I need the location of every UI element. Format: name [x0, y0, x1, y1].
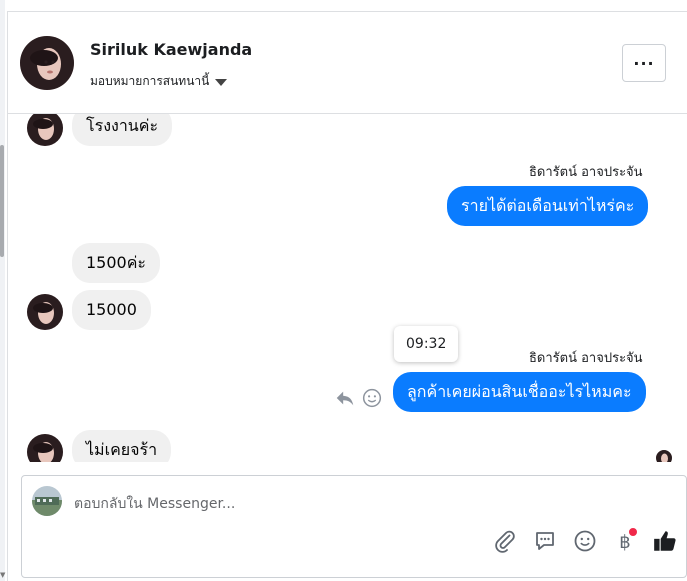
caret-down-icon	[215, 79, 228, 86]
thumbs-up-icon	[654, 531, 676, 551]
reply-input[interactable]	[74, 492, 634, 516]
notification-dot	[629, 528, 637, 536]
reply-icon[interactable]	[334, 387, 356, 409]
incoming-message[interactable]: 15000	[72, 290, 151, 330]
sender-name: ธิดารัตน์ อาจประจัน	[529, 165, 643, 180]
incoming-message[interactable]: ไม่เคยจร้า	[72, 430, 172, 462]
sender-name: ธิดารัตน์ อาจประจัน	[529, 351, 643, 366]
contact-avatar[interactable]	[20, 36, 74, 90]
incoming-message[interactable]: 1500ค่ะ	[72, 243, 161, 283]
like-button[interactable]	[652, 528, 678, 554]
scrollbar-thumb[interactable]	[0, 145, 4, 257]
assign-label: มอบหมายการสนทนานี้	[90, 74, 210, 88]
conversation-panel: Siriluk Kaewjanda มอบหมายการสนทนานี้ ···…	[7, 11, 687, 581]
conversation-header: Siriluk Kaewjanda มอบหมายการสนทนานี้ ···	[8, 12, 687, 114]
timestamp-tooltip: 09:32	[394, 326, 459, 362]
seen-avatar	[656, 450, 672, 462]
paperclip-icon	[495, 530, 515, 553]
assign-conversation-dropdown[interactable]: มอบหมายการสนทนานี้	[90, 72, 228, 91]
message-actions	[334, 387, 382, 409]
composer-toolbar: ฿	[492, 528, 678, 554]
emoji-button[interactable]	[572, 528, 598, 554]
contact-avatar-small	[27, 294, 63, 330]
svg-text:฿: ฿	[619, 532, 630, 553]
attach-button[interactable]	[492, 528, 518, 554]
page-avatar	[32, 486, 62, 516]
more-options-button[interactable]: ···	[622, 44, 666, 82]
window-scrollbar[interactable]: ▼	[0, 0, 5, 581]
outgoing-message[interactable]: รายได้ต่อเดือนเท่าไหร่คะ	[447, 186, 649, 226]
contact-avatar-small	[27, 434, 63, 462]
contact-avatar-small	[27, 114, 63, 146]
chat-bubble-icon	[536, 532, 554, 550]
incoming-message[interactable]: โรงงานค่ะ	[72, 114, 173, 146]
saved-replies-button[interactable]	[532, 528, 558, 554]
message-list[interactable]: โรงงานค่ะ ธิดารัตน์ อาจประจัน รายได้ต่อเ…	[8, 114, 687, 462]
payment-button[interactable]: ฿	[612, 528, 638, 554]
outgoing-message[interactable]: ลูกค้าเคยผ่อนสินเชื่ออะไรไหมคะ	[393, 372, 646, 412]
smiley-icon	[574, 530, 596, 552]
react-smiley-icon[interactable]	[362, 388, 382, 408]
scroll-down-arrow[interactable]: ▼	[0, 571, 5, 579]
reply-composer: ฿	[21, 475, 687, 578]
contact-name[interactable]: Siriluk Kaewjanda	[90, 40, 252, 59]
